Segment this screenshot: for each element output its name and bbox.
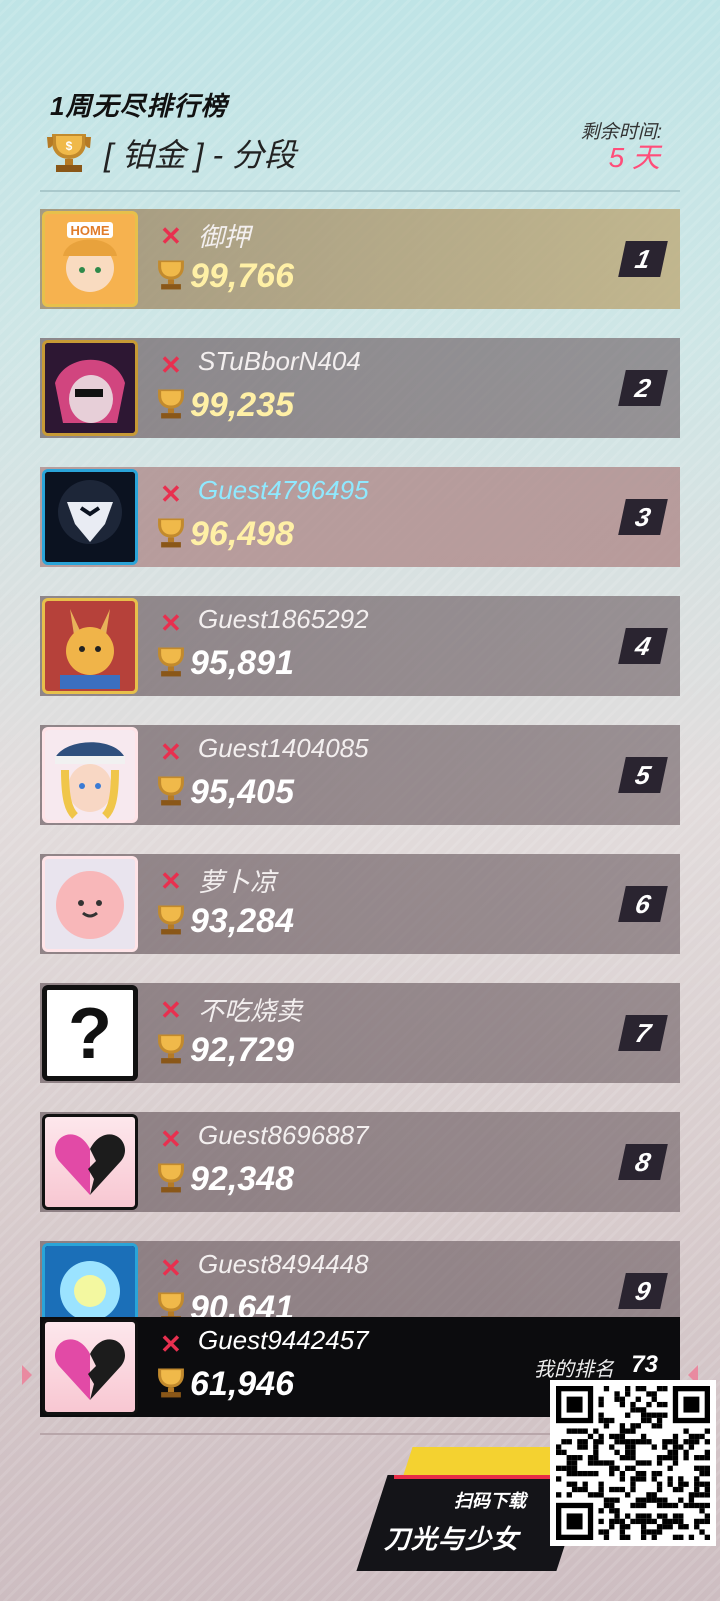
qr-code-icon <box>556 1386 710 1540</box>
question-mark-icon: ? <box>68 994 112 1074</box>
leaderboard-row[interactable]: ✕ Guest1404085 95,405 5 <box>40 725 680 825</box>
rank-badge: 7 <box>618 1015 668 1051</box>
avatar-art <box>45 859 135 949</box>
eyepatch-girl-avatar[interactable] <box>42 340 138 436</box>
trophy-icon <box>158 389 184 419</box>
player-name: 萝卜凉 <box>198 867 277 897</box>
header-divider <box>40 190 680 192</box>
tier-label: [ 铂金 ] - 分段 <box>104 137 297 173</box>
broken-heart-icon <box>54 1134 126 1195</box>
rank-badge: 3 <box>618 499 668 535</box>
player-name: Guest1865292 <box>198 604 369 634</box>
captain-girl-avatar[interactable] <box>42 727 138 823</box>
broken-heart-avatar[interactable] <box>42 1319 138 1415</box>
svg-text:$: $ <box>66 139 73 153</box>
avatar-art <box>45 601 135 691</box>
scan-download-text: 扫码下载 <box>454 1491 526 1511</box>
player-name: Guest8494448 <box>198 1249 369 1279</box>
player-score: 92,729 <box>190 1031 294 1069</box>
trophy-icon: $ <box>47 134 91 172</box>
trophy-icon <box>158 260 184 290</box>
avatar-art <box>45 343 135 433</box>
close-icon: ✕ <box>160 479 182 509</box>
close-icon: ✕ <box>160 608 182 638</box>
promo-redline <box>394 1475 554 1479</box>
trophy-icon <box>158 518 184 548</box>
rank-badge: 6 <box>618 886 668 922</box>
avatar-art <box>45 472 135 562</box>
leaderboard-title: 1周无尽排行榜 <box>50 91 228 121</box>
my-player-name: Guest9442457 <box>198 1325 369 1355</box>
leaderboard-row[interactable]: ✕ Guest1865292 95,891 4 <box>40 596 680 696</box>
close-icon: ✕ <box>160 1124 182 1154</box>
pink-blob-avatar[interactable] <box>42 856 138 952</box>
player-name: 御押 <box>198 222 251 252</box>
leaderboard-row[interactable]: ✕ Guest4796495 96,498 3 <box>40 467 680 567</box>
promo-accent <box>403 1447 563 1475</box>
close-icon: ✕ <box>160 737 182 767</box>
leaderboard-row[interactable]: ✕ Guest8696887 92,348 8 <box>40 1112 680 1212</box>
bunny-mascot-avatar[interactable] <box>42 598 138 694</box>
avatar-art <box>45 730 135 820</box>
download-promo[interactable]: 扫码下载 刀光与少女 <box>356 1447 588 1577</box>
player-score: 99,235 <box>190 386 294 424</box>
rank-badge: 9 <box>618 1273 668 1309</box>
svg-text:?: ? <box>68 994 112 1074</box>
rank-badge: 5 <box>618 757 668 793</box>
rank-badge: 8 <box>618 1144 668 1180</box>
player-score: 93,284 <box>190 902 294 940</box>
player-name: Guest4796495 <box>198 475 369 505</box>
remaining-time-value: 5 天 <box>608 142 660 173</box>
broken-heart-icon <box>54 1339 126 1400</box>
question-mark-avatar[interactable]: ? <box>42 985 138 1081</box>
close-icon: ✕ <box>160 866 182 896</box>
player-score: 99,766 <box>190 257 294 295</box>
player-name: Guest1404085 <box>198 733 369 763</box>
close-icon: ✕ <box>160 995 182 1025</box>
close-icon: ✕ <box>160 350 182 380</box>
player-score: 95,891 <box>190 644 294 682</box>
broken-heart-avatar[interactable] <box>42 1114 138 1210</box>
trophy-icon <box>158 647 184 677</box>
trophy-icon <box>158 1163 184 1193</box>
leaderboard-row[interactable]: ✕ 萝卜凉 93,284 6 <box>40 854 680 954</box>
svg-text:HOME: HOME <box>71 223 110 238</box>
player-name: Guest8696887 <box>198 1120 369 1150</box>
player-name: STuBborN404 <box>198 346 361 376</box>
my-rank-value: 73 <box>631 1351 658 1378</box>
my-player-score: 61,946 <box>190 1365 294 1403</box>
rank-badge: 1 <box>618 241 668 277</box>
leaderboard-row[interactable]: ? ✕ 不吃烧卖 92,729 7 <box>40 983 680 1083</box>
close-icon: ✕ <box>160 221 182 251</box>
rank-badge: 4 <box>618 628 668 664</box>
player-score: 96,498 <box>190 515 294 553</box>
tier-section: $ [ 铂金 ] - 分段 <box>44 128 296 178</box>
leaderboard-row[interactable]: HOME ✕ 御押 99,766 1 <box>40 209 680 309</box>
rank-badge: 2 <box>618 370 668 406</box>
avatar-art: HOME <box>45 214 135 304</box>
mask-emblem-avatar[interactable] <box>42 469 138 565</box>
my-rank-label: 我的排名 <box>534 1359 614 1381</box>
close-icon: ✕ <box>160 1253 182 1283</box>
leaderboard-row[interactable]: ✕ STuBborN404 99,235 2 <box>40 338 680 438</box>
trophy-icon <box>158 1034 184 1064</box>
trophy-icon <box>158 905 184 935</box>
left-arrow-icon <box>22 1365 32 1385</box>
player-score: 95,405 <box>190 773 294 811</box>
qr-code[interactable] <box>550 1380 716 1546</box>
player-name: 不吃烧卖 <box>198 996 303 1026</box>
player-score: 92,348 <box>190 1160 294 1198</box>
trophy-icon <box>158 776 184 806</box>
trophy-icon <box>158 1368 184 1398</box>
close-icon: ✕ <box>160 1329 182 1359</box>
home-girl-avatar[interactable]: HOME <box>42 211 138 307</box>
game-name-logo: 刀光与少女 <box>384 1524 520 1554</box>
